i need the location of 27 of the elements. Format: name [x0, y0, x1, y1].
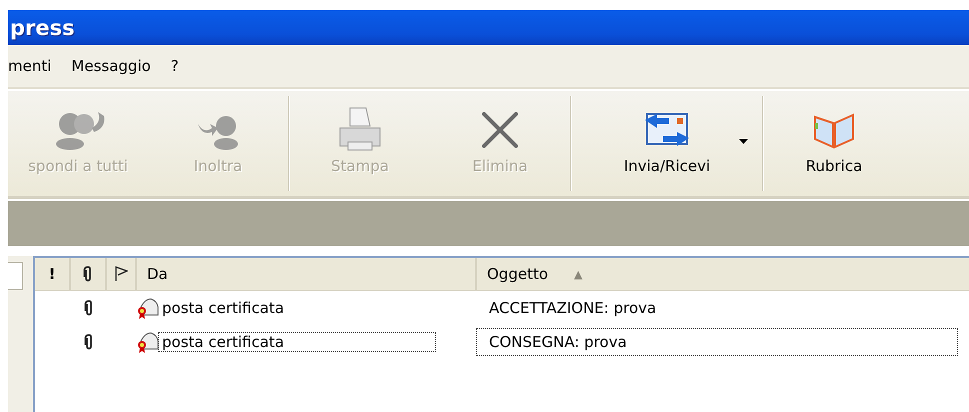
- menu-item[interactable]: Messaggio: [61, 57, 161, 75]
- message-row[interactable]: posta certificata CONSEGNA: prova: [35, 325, 969, 359]
- toolbar-button[interactable]: Rubrica: [764, 91, 904, 196]
- paperclip-header-icon: [83, 266, 93, 282]
- window-title: press: [9, 16, 75, 40]
- sender-text: posta certificata: [161, 299, 286, 317]
- priority-header[interactable]: !: [48, 265, 56, 283]
- folder-pane: [8, 262, 23, 290]
- subject-text: CONSEGNA: prova: [489, 333, 627, 351]
- column-header[interactable]: Da: [147, 265, 168, 283]
- toolbar-button[interactable]: Invia/Ricevi: [572, 91, 762, 196]
- message-row[interactable]: posta certificata ACCETTAZIONE: prova: [35, 291, 969, 325]
- paperclip-icon: [84, 300, 94, 316]
- sender-text: posta certificata: [159, 333, 435, 351]
- sort-indicator: ▲: [574, 268, 582, 280]
- dropdown-arrow-icon[interactable]: [739, 139, 748, 144]
- certified-envelope-icon: [137, 331, 159, 353]
- open-book-icon: [811, 111, 857, 149]
- envelope-arrows-icon: [643, 112, 691, 148]
- paperclip-icon: [84, 334, 94, 350]
- column-header[interactable]: Oggetto: [487, 265, 548, 283]
- flag-header-icon[interactable]: [114, 266, 128, 282]
- menu-item[interactable]: menti: [8, 57, 62, 75]
- close-icon: [480, 110, 520, 150]
- subject-text: ACCETTAZIONE: prova: [489, 299, 656, 317]
- certified-envelope-icon: [137, 297, 159, 319]
- menu-item[interactable]: ?: [160, 57, 189, 75]
